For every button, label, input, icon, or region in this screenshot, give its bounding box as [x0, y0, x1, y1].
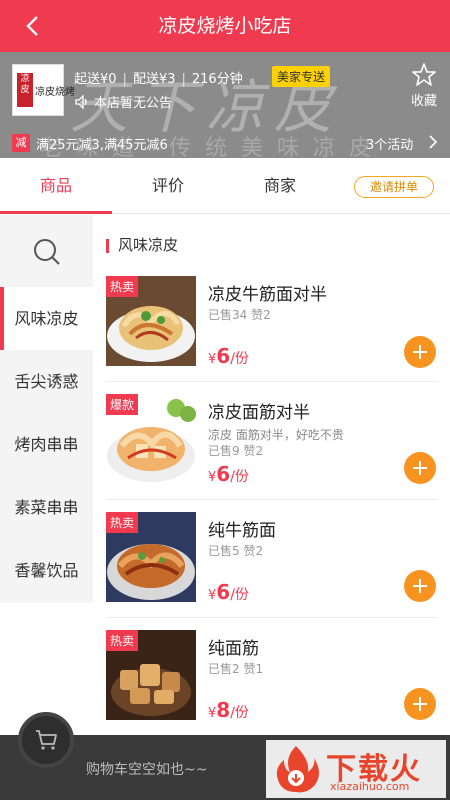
min-order: 起送¥0	[74, 72, 117, 87]
tab-reviews[interactable]: 评价	[112, 158, 224, 214]
dish-item[interactable]: 热卖 纯牛筋面 已售5 赞2 ¥6/份	[94, 512, 450, 630]
page-title: 凉皮烧烤小吃店	[158, 15, 292, 37]
section-title-text: 风味凉皮	[118, 236, 179, 254]
delivery-time: 216分钟	[191, 72, 243, 87]
invite-group-order-button[interactable]: 邀请拼单	[354, 176, 434, 198]
add-to-cart-button[interactable]	[404, 570, 436, 602]
express-badge: 美家专送	[272, 66, 331, 87]
favorite-label: 收藏	[410, 94, 437, 109]
dish-price: ¥6/份	[208, 462, 249, 486]
dish-name: 纯牛筋面	[208, 521, 276, 541]
delivery-fee: 配送¥3	[132, 72, 176, 87]
promo-bar[interactable]: 减 满25元减3,满45元减6 3个活动	[0, 132, 450, 154]
dish-sales: 已售5 赞2	[208, 544, 264, 558]
cart-empty-text: 购物车空空如也~~	[86, 762, 208, 778]
watermark-url: xiazaihuo.com	[330, 780, 410, 793]
dish-description: 凉皮 面筋对半，好吃不贵	[208, 428, 344, 442]
sidebar-item-flavor-liangpi[interactable]: 风味凉皮	[0, 287, 93, 350]
promo-text: 满25元减3,满45元减6	[36, 138, 168, 153]
flame-logo-icon	[276, 746, 319, 793]
dish-price: ¥8/份	[208, 698, 249, 722]
shop-info-banner: 天下凉皮 老味道 传统美味凉皮 凉皮 凉皮烧烤 起送¥0 | 配送¥3 | 216分钟 …	[0, 52, 450, 158]
tab-merchant[interactable]: 商家	[224, 158, 336, 214]
shopping-cart-icon	[36, 730, 57, 750]
activities-count: 3个活动	[366, 138, 414, 153]
logo-text: 凉皮烧烤	[35, 87, 75, 98]
add-to-cart-button[interactable]	[404, 336, 436, 368]
dish-item[interactable]: 热卖 纯面筋 已售2 赞1 ¥8/份	[94, 630, 450, 748]
dish-item[interactable]: 热卖 凉皮牛筋面对半 已售34 赞2 ¥6/份	[94, 276, 450, 394]
dish-name: 凉皮面筋对半	[208, 403, 310, 423]
tab-goods[interactable]: 商品	[0, 158, 112, 214]
shop-logo: 凉皮 凉皮烧烤	[12, 64, 75, 116]
dish-sales: 已售2 赞1	[208, 662, 264, 676]
shop-meta: 起送¥0 | 配送¥3 | 216分钟	[74, 68, 243, 87]
shop-notice: 本店暂无公告	[74, 92, 172, 111]
notice-text: 本店暂无公告	[94, 96, 173, 111]
sidebar-item-veg-skewers[interactable]: 素菜串串	[0, 476, 93, 539]
divider	[106, 617, 438, 618]
divider	[106, 499, 438, 500]
dish-price: ¥6/份	[208, 580, 249, 604]
add-to-cart-button[interactable]	[404, 688, 436, 720]
plus-icon	[413, 697, 427, 711]
tab-active-indicator	[0, 211, 112, 214]
dish-name: 凉皮牛筋面对半	[208, 285, 327, 305]
sidebar-item-meat-skewers[interactable]: 烤肉串串	[0, 413, 93, 476]
dish-item[interactable]: 爆款 凉皮面筋对半 凉皮 面筋对半，好吃不贵 已售9 赞2 ¥6/份	[94, 394, 450, 512]
logo-seal: 凉皮	[17, 73, 33, 107]
dish-hot-tag: 热卖	[106, 630, 139, 651]
dish-hot-tag: 爆款	[106, 394, 139, 415]
cart-button[interactable]	[18, 712, 74, 768]
dish-hot-tag: 热卖	[106, 276, 139, 297]
plus-icon	[413, 579, 427, 593]
plus-icon	[413, 461, 427, 475]
speaker-icon	[75, 94, 87, 110]
promo-tag: 减	[12, 134, 30, 152]
top-bar: 凉皮烧烤小吃店	[0, 0, 450, 52]
sidebar-search-button[interactable]	[0, 215, 93, 285]
category-sidebar: 风味凉皮 舌尖诱惑 烤肉串串 素菜串串 香馨饮品	[0, 215, 93, 603]
sidebar-item-drinks[interactable]: 香馨饮品	[0, 539, 93, 602]
favorite-button[interactable]: 收藏	[406, 62, 442, 109]
dish-sales: 已售34 赞2	[208, 308, 271, 322]
plus-icon	[413, 345, 427, 359]
dish-price: ¥6/份	[208, 344, 249, 368]
section-title: 风味凉皮	[106, 234, 178, 255]
star-icon	[412, 63, 436, 86]
dish-sales: 已售9 赞2	[208, 444, 264, 458]
watermark: 下载火 xiazaihuo.com	[266, 740, 446, 798]
add-to-cart-button[interactable]	[404, 452, 436, 484]
sidebar-item-tongue-temptation[interactable]: 舌尖诱惑	[0, 350, 93, 413]
tab-bar: 商品 评价 商家 邀请拼单	[0, 158, 450, 214]
chevron-right-icon	[428, 134, 438, 154]
dish-name: 纯面筋	[208, 639, 259, 659]
divider	[106, 381, 438, 382]
search-icon	[34, 239, 60, 265]
dish-hot-tag: 热卖	[106, 512, 139, 533]
